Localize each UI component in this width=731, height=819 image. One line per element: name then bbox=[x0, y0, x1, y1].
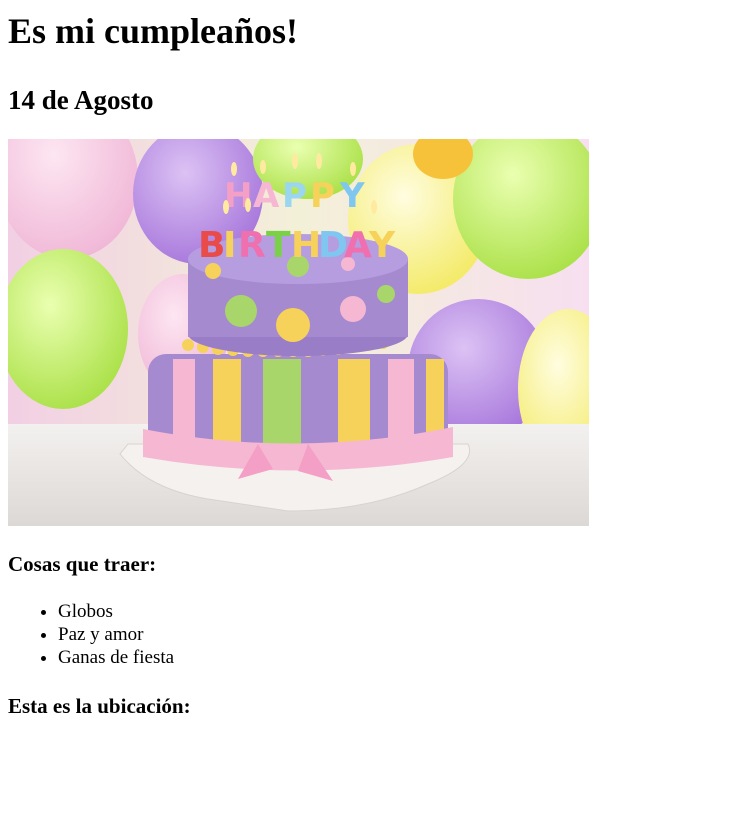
svg-text:P: P bbox=[310, 176, 335, 216]
svg-text:R: R bbox=[238, 225, 266, 266]
list-item: Paz y amor bbox=[58, 623, 174, 646]
svg-text:Y: Y bbox=[368, 225, 396, 266]
svg-text:T: T bbox=[266, 225, 291, 266]
svg-text:I: I bbox=[223, 225, 236, 266]
event-date: 14 de Agosto bbox=[8, 85, 154, 115]
svg-text:Y: Y bbox=[339, 176, 365, 216]
list-item: Globos bbox=[58, 600, 174, 623]
svg-text:P: P bbox=[282, 176, 307, 216]
svg-text:A: A bbox=[253, 176, 280, 216]
birthday-cake-image: H A P P Y B I R T H D A Y bbox=[8, 139, 589, 526]
things-heading: Cosas que traer: bbox=[8, 552, 157, 576]
svg-text:A: A bbox=[344, 225, 372, 266]
svg-text:H: H bbox=[291, 225, 321, 266]
svg-text:B: B bbox=[198, 225, 225, 266]
list-item: Ganas de fiesta bbox=[58, 646, 174, 669]
page-title: Es mi cumpleaños! bbox=[8, 11, 299, 51]
things-list: Globos Paz y amor Ganas de fiesta bbox=[8, 600, 174, 669]
location-heading: Esta es la ubicación: bbox=[8, 694, 191, 718]
